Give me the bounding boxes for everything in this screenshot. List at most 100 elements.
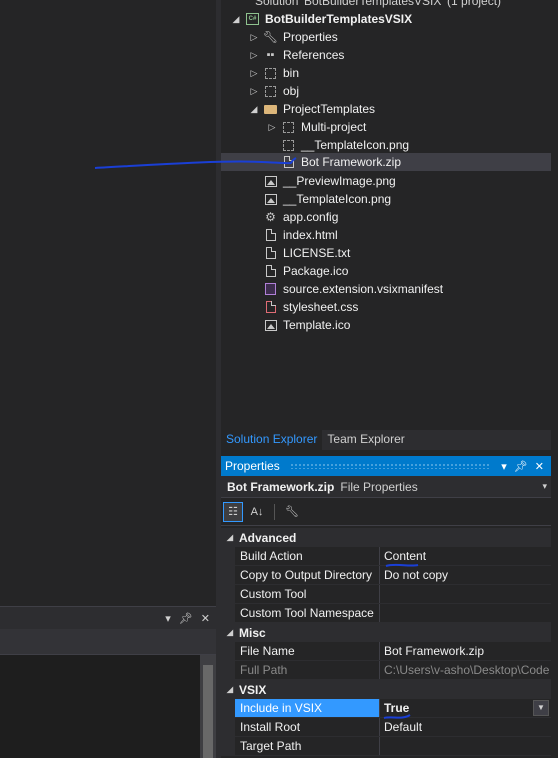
property-pages-icon[interactable]: 🔧︎ — [282, 502, 302, 522]
tree-item-license[interactable]: LICENSE.txt — [221, 244, 551, 262]
solution-node[interactable]: Solution 'BotBuilderTemplatesVSIX' (1 pr… — [255, 0, 501, 8]
collapsed-arrow-icon[interactable]: ▷ — [249, 86, 259, 97]
pin-icon[interactable]: 📌︎ — [179, 612, 193, 625]
expanded-arrow-icon[interactable]: ◢ — [231, 14, 241, 25]
tree-item-label: References — [283, 48, 345, 62]
property-name: Copy to Output Directory — [235, 566, 380, 584]
tree-item-bot-framework-zip[interactable]: Bot Framework.zip — [221, 153, 551, 171]
category-advanced[interactable]: ◢ Advanced — [221, 528, 551, 547]
property-row[interactable]: Target Path — [221, 737, 551, 756]
property-row[interactable]: Build Action Content — [221, 547, 551, 566]
tree-item-templateicon[interactable]: __TemplateIcon.png — [221, 190, 551, 208]
csharp-project-icon: C# — [246, 12, 259, 26]
category-misc[interactable]: ◢ Misc — [221, 623, 551, 642]
close-icon[interactable]: ✕ — [201, 612, 210, 625]
hidden-folder-icon — [282, 120, 295, 134]
dropdown-arrow-icon[interactable]: ▾ — [165, 612, 171, 625]
tree-item-label: source.extension.vsixmanifest — [283, 282, 444, 296]
explorer-tabstrip: Solution Explorer Team Explorer — [221, 430, 551, 450]
object-name: Bot Framework.zip — [227, 479, 335, 494]
row-gutter — [221, 699, 235, 717]
tree-item-previewimage[interactable]: __PreviewImage.png — [221, 172, 551, 190]
scrollbar-thumb[interactable] — [203, 665, 213, 758]
tree-item-stylesheet[interactable]: stylesheet.css — [221, 298, 551, 316]
tree-item-obj[interactable]: ▷ obj — [221, 82, 551, 100]
css-file-icon — [264, 300, 277, 314]
property-value[interactable]: Content — [380, 547, 551, 565]
tab-solution-explorer[interactable]: Solution Explorer — [221, 430, 323, 450]
property-name: Include in VSIX — [235, 699, 380, 717]
property-value[interactable]: Bot Framework.zip — [380, 642, 551, 660]
property-value[interactable] — [380, 604, 551, 622]
properties-title-bar: Properties ▾ 📌︎ ✕ — [221, 456, 551, 476]
property-value[interactable] — [380, 737, 551, 755]
property-row[interactable]: File Name Bot Framework.zip — [221, 642, 551, 661]
pin-icon[interactable]: 📌︎ — [514, 460, 528, 473]
collapse-icon[interactable]: ◢ — [221, 685, 239, 694]
row-gutter — [221, 642, 235, 660]
property-row[interactable]: Custom Tool Namespace — [221, 604, 551, 623]
tree-item-label: __TemplateIcon.png — [283, 192, 392, 206]
tree-item-index-html[interactable]: index.html — [221, 226, 551, 244]
tree-item-label: Template.ico — [283, 318, 351, 332]
close-icon[interactable]: ✕ — [535, 460, 544, 473]
category-vsix[interactable]: ◢ VSIX — [221, 680, 551, 699]
tab-team-explorer[interactable]: Team Explorer — [322, 430, 409, 450]
title-grip[interactable] — [289, 463, 492, 469]
tree-item-references[interactable]: ▷ ▪▪ References — [221, 46, 551, 64]
dropdown-arrow-icon[interactable]: ▾ — [501, 460, 507, 473]
property-value[interactable]: Do not copy — [380, 566, 551, 584]
tree-item-projecttemplates[interactable]: ◢ ProjectTemplates — [221, 100, 551, 118]
tree-item-properties[interactable]: ▷ 🔧︎ Properties — [221, 28, 551, 46]
alphabetical-sort-icon[interactable]: A↓ — [247, 502, 267, 522]
solution-explorer: Solution 'BotBuilderTemplatesVSIX' (1 pr… — [221, 0, 551, 430]
tree-item-multi-project[interactable]: ▷ Multi-project — [221, 118, 551, 136]
expanded-arrow-icon[interactable]: ◢ — [249, 104, 259, 115]
property-value-text: True — [384, 701, 410, 715]
property-row[interactable]: Custom Tool — [221, 585, 551, 604]
property-value[interactable]: C:\Users\v-asho\Desktop\Code — [380, 661, 551, 679]
tree-item-label: LICENSE.txt — [283, 246, 351, 260]
text-file-icon — [264, 246, 277, 260]
tree-item-label: Properties — [283, 30, 338, 44]
bottom-panel-body — [0, 655, 200, 758]
tree-item-vsixmanifest[interactable]: source.extension.vsixmanifest — [221, 280, 551, 298]
property-row-selected[interactable]: Include in VSIX True ▼ — [221, 699, 551, 718]
references-icon: ▪▪ — [266, 49, 275, 61]
hidden-folder-icon — [264, 84, 277, 98]
file-icon — [282, 155, 295, 169]
bottom-panel-toolbar — [0, 629, 216, 655]
collapse-icon[interactable]: ◢ — [221, 628, 239, 637]
object-selector[interactable]: Bot Framework.zip File Properties ▾ — [221, 476, 551, 498]
image-icon — [264, 192, 277, 206]
property-row[interactable]: Copy to Output Directory Do not copy — [221, 566, 551, 585]
tree-item-templateicon-nested[interactable]: __TemplateIcon.png — [221, 136, 551, 154]
property-row[interactable]: Install Root Default — [221, 718, 551, 737]
collapsed-arrow-icon[interactable]: ▷ — [249, 68, 259, 79]
tree-item-package-ico[interactable]: Package.ico — [221, 262, 551, 280]
image-icon — [264, 174, 277, 188]
collapsed-arrow-icon[interactable]: ▷ — [249, 50, 259, 61]
category-label: Misc — [239, 625, 266, 640]
property-name: Custom Tool — [235, 585, 380, 603]
tree-item-label: app.config — [283, 210, 339, 224]
tree-item-bin[interactable]: ▷ bin — [221, 64, 551, 82]
tree-item-app-config[interactable]: ⚙ app.config — [221, 208, 551, 226]
collapsed-arrow-icon[interactable]: ▷ — [267, 122, 277, 133]
row-gutter — [221, 585, 235, 603]
tree-item-template-ico[interactable]: Template.ico — [221, 316, 551, 334]
property-row[interactable]: Full Path C:\Users\v-asho\Desktop\Code — [221, 661, 551, 680]
wrench-icon: 🔧︎ — [262, 30, 279, 44]
chevron-down-icon[interactable]: ▼ — [533, 700, 549, 716]
icon-file-icon — [264, 264, 277, 278]
chevron-down-icon[interactable]: ▾ — [542, 481, 547, 492]
collapsed-arrow-icon[interactable]: ▷ — [249, 32, 259, 43]
project-node[interactable]: ◢ C# BotBuilderTemplatesVSIX — [221, 10, 551, 28]
project-label: BotBuilderTemplatesVSIX — [265, 12, 413, 26]
categorized-icon[interactable]: ☷ — [223, 501, 243, 522]
collapse-icon[interactable]: ◢ — [221, 533, 239, 542]
property-value[interactable]: True ▼ — [380, 699, 551, 717]
property-value[interactable]: Default — [380, 718, 551, 736]
property-value[interactable] — [380, 585, 551, 603]
tree-item-label: Bot Framework.zip — [301, 155, 402, 169]
